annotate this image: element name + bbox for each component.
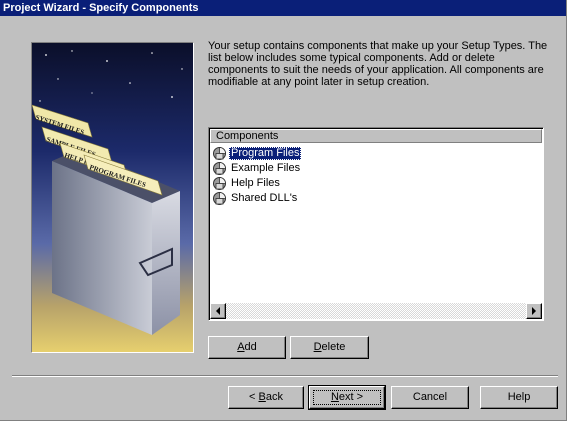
components-column-header[interactable]: Components bbox=[210, 129, 542, 143]
footer-separator bbox=[12, 375, 558, 377]
scroll-left-button[interactable] bbox=[210, 303, 226, 319]
wizard-window: Project Wizard - Specify Components SYST… bbox=[0, 0, 567, 421]
list-item-label: Shared DLL's bbox=[231, 192, 298, 204]
components-list: Program Files Example Files Help Files S… bbox=[212, 146, 540, 206]
list-item[interactable]: Example Files bbox=[212, 161, 540, 176]
wizard-graphic: SYSTEM FILES SAMPLE FILES HELP FILES PRO… bbox=[31, 42, 194, 353]
list-item-label: Help Files bbox=[231, 177, 280, 189]
list-item[interactable]: Shared DLL's bbox=[212, 191, 540, 206]
arrow-left-icon bbox=[216, 307, 220, 315]
delete-label: elete bbox=[321, 341, 346, 353]
add-button[interactable]: Add bbox=[208, 336, 286, 359]
horizontal-scrollbar[interactable] bbox=[210, 303, 542, 319]
add-accel: A bbox=[237, 341, 245, 353]
list-item-label: Example Files bbox=[231, 162, 301, 174]
list-item-label: Program Files bbox=[229, 147, 302, 160]
next-button[interactable]: Next > bbox=[308, 385, 386, 410]
component-icon bbox=[213, 192, 226, 205]
intro-text: Your setup contains components that make… bbox=[208, 40, 548, 88]
focus-rect bbox=[313, 390, 381, 405]
component-icon bbox=[213, 147, 226, 160]
title-bar[interactable]: Project Wizard - Specify Components bbox=[0, 0, 566, 16]
back-button[interactable]: < Back bbox=[228, 386, 304, 409]
list-item[interactable]: Help Files bbox=[212, 176, 540, 191]
back-label: ack bbox=[265, 391, 283, 403]
delete-accel: D bbox=[313, 341, 322, 353]
components-listbox[interactable]: Components Program Files Example Files H… bbox=[208, 127, 544, 321]
list-item[interactable]: Program Files bbox=[212, 146, 540, 161]
add-label: dd bbox=[244, 341, 257, 353]
arrow-right-icon bbox=[532, 307, 536, 315]
back-accel: B bbox=[258, 391, 266, 403]
component-icon bbox=[213, 162, 226, 175]
component-icon bbox=[213, 177, 226, 190]
back-prefix: < bbox=[249, 391, 259, 403]
help-button[interactable]: Help bbox=[480, 386, 558, 409]
scroll-right-button[interactable] bbox=[526, 303, 542, 319]
delete-button[interactable]: Delete bbox=[290, 336, 369, 359]
cancel-button[interactable]: Cancel bbox=[391, 386, 469, 409]
